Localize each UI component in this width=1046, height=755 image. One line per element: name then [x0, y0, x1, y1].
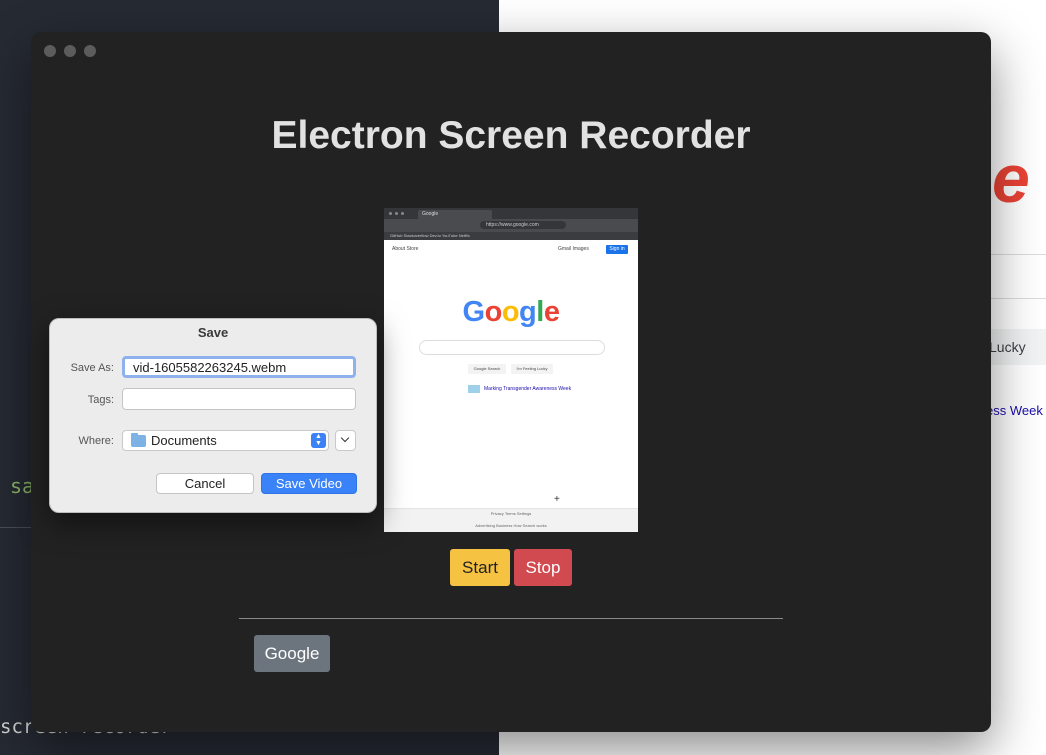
dialog-title: Save [197, 325, 229, 340]
video-preview: Google https://www.google.com GitHub Sta… [384, 208, 638, 532]
tags-label: Tags: [87, 394, 114, 406]
stop-button[interactable]: Stop [514, 549, 572, 586]
save-as-label: Save As: [70, 362, 114, 374]
preview-search-button: Google Search [468, 364, 506, 374]
preview-footer-links: Privacy Terms Settings [490, 511, 532, 516]
preview-traffic-dot [389, 212, 392, 215]
logo-letter: l [536, 296, 544, 328]
preview-bookmarks: GitHub Stackoverflow Dev.to YouTube Netf… [384, 232, 638, 240]
preview-traffic-dot [395, 212, 398, 215]
save-dialog: Save Save As: Tags: Where: Documents ▲▼ … [49, 318, 377, 513]
video-source-button[interactable]: Google [254, 635, 330, 672]
section-divider [239, 618, 783, 619]
web-divider [990, 254, 1046, 255]
web-logo-fragment: e [992, 141, 1030, 217]
window-zoom-button[interactable] [84, 45, 96, 57]
preview-tab: Google [418, 210, 492, 219]
cancel-button[interactable]: Cancel [156, 473, 254, 494]
save-as-input[interactable] [122, 356, 356, 378]
start-button[interactable]: Start [450, 549, 510, 586]
web-promo-link[interactable]: ess Week [986, 403, 1043, 418]
preview-footer: Privacy Terms Settings Advertising Busin… [384, 508, 638, 532]
logo-letter: o [484, 296, 503, 328]
preview-lucky-button: I'm Feeling Lucky [511, 364, 553, 374]
window-minimize-button[interactable] [64, 45, 76, 57]
preview-flag-icon [468, 385, 480, 393]
logo-letter: g [519, 296, 537, 328]
where-label: Where: [78, 435, 114, 447]
where-value: Documents [151, 433, 217, 448]
where-select[interactable]: Documents ▲ ▼ [122, 430, 329, 451]
preview-footer-links: Advertising Business How Search works [475, 523, 547, 528]
window-close-button[interactable] [44, 45, 56, 57]
cursor-icon: + [554, 494, 560, 505]
tags-input[interactable] [122, 388, 356, 410]
preview-promo: Marking Transgender Awareness Week [484, 386, 572, 392]
preview-url: https://www.google.com [480, 221, 566, 229]
logo-letter: G [462, 296, 486, 328]
preview-url-bar: https://www.google.com [384, 219, 638, 232]
preview-links-right: Gmail Images [558, 246, 589, 252]
preview-signin: Sign in [606, 245, 628, 254]
updown-icon: ▲ ▼ [311, 433, 326, 448]
page-title: Electron Screen Recorder [271, 114, 751, 157]
preview-search-box [419, 340, 605, 355]
logo-letter: o [501, 296, 520, 328]
save-video-button[interactable]: Save Video [261, 473, 357, 494]
folder-icon [131, 433, 146, 447]
preview-traffic-dot [401, 212, 404, 215]
preview-tab-bar: Google [384, 208, 638, 219]
preview-links-left: About Store [392, 246, 419, 252]
logo-letter: e [543, 296, 560, 328]
web-divider [990, 298, 1046, 299]
expand-dialog-button[interactable] [335, 430, 356, 451]
preview-google-logo: Google [384, 296, 638, 329]
chevron-down-icon [340, 433, 350, 443]
